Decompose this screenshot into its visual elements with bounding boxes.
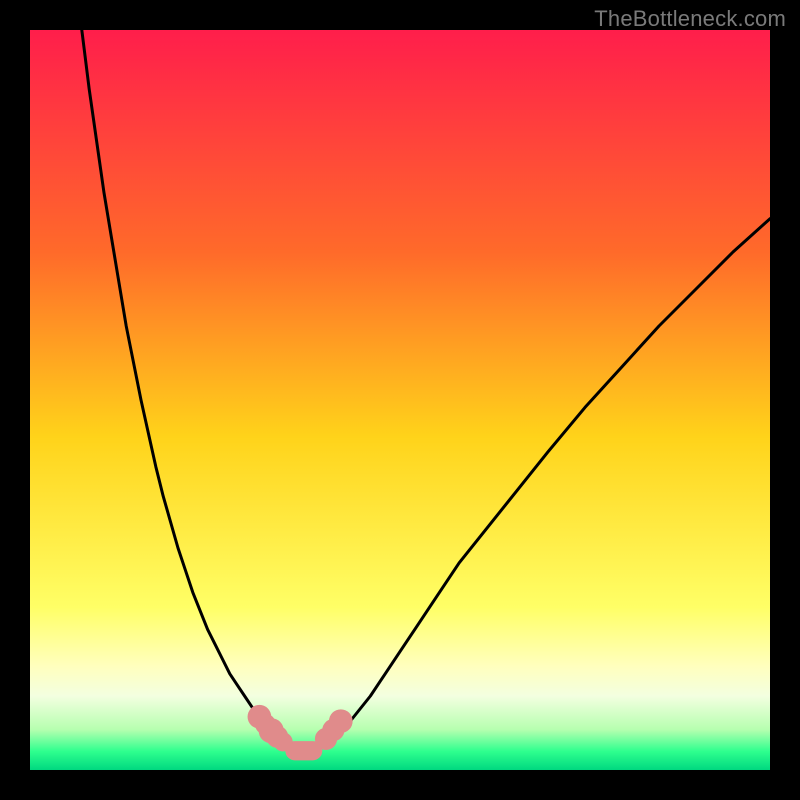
marker-dot (329, 709, 353, 733)
chart-svg (30, 30, 770, 770)
marker-dot (273, 732, 292, 751)
chart-frame: TheBottleneck.com (0, 0, 800, 800)
plot-area (30, 30, 770, 770)
watermark-text: TheBottleneck.com (594, 6, 786, 32)
